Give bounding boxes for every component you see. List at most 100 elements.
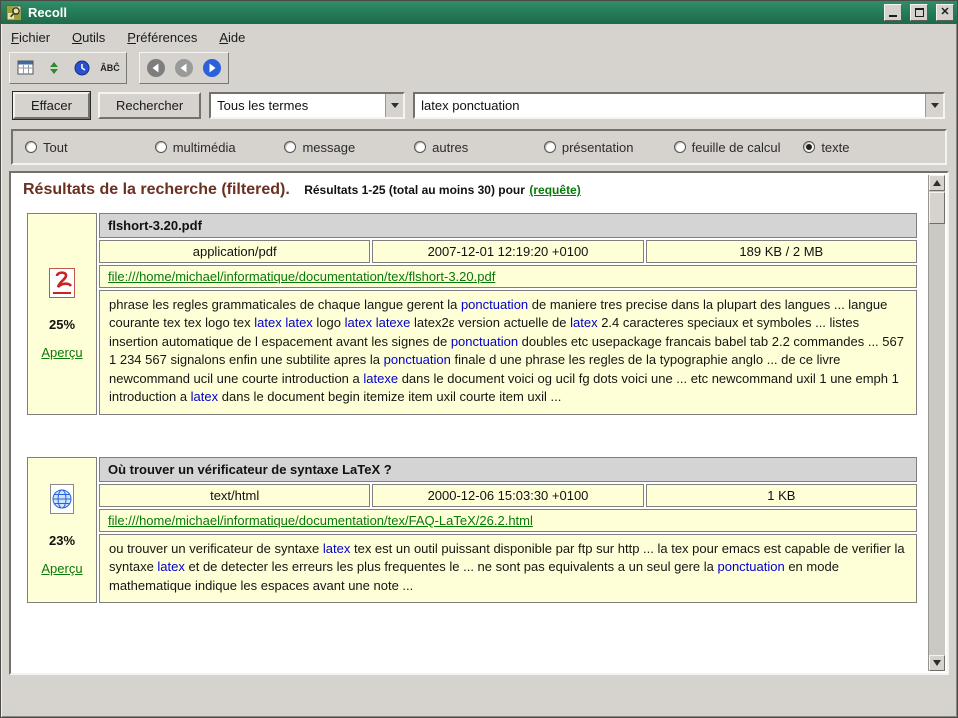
filter-radio-message[interactable]: message <box>284 140 414 155</box>
result-item: 23% Aperçu Où trouver un vérificateur de s… <box>27 457 917 603</box>
result-side: 25% Aperçu <box>27 213 97 415</box>
result-size: 1 KB <box>646 484 917 507</box>
relevance-percent: 23% <box>49 533 75 548</box>
first-page-button[interactable] <box>143 55 169 81</box>
arrow-left-dark-icon <box>145 57 167 79</box>
results-header: Résultats de la recherche (filtered). Ré… <box>23 181 919 199</box>
prev-page-button[interactable] <box>171 55 197 81</box>
advanced-search-button[interactable] <box>13 55 39 81</box>
search-button[interactable]: Rechercher <box>98 92 201 119</box>
filter-radio-label: texte <box>821 140 849 155</box>
sort-params-button[interactable] <box>41 55 67 81</box>
filter-radio-autres[interactable]: autres <box>414 140 544 155</box>
clock-icon <box>73 59 91 77</box>
highlighted-term: ponctuation <box>451 334 518 349</box>
search-query-combo <box>413 92 945 119</box>
clear-button[interactable]: Effacer <box>13 92 90 119</box>
radio-icon <box>674 141 686 153</box>
chevron-down-icon[interactable] <box>385 94 403 117</box>
title-bar: Recoll ✕ <box>1 1 957 24</box>
spellcheck-icon: ÂBĈ <box>100 63 120 73</box>
highlighted-term: ponctuation <box>461 297 528 312</box>
result-main: Où trouver un vérificateur de syntaxe La… <box>99 457 917 603</box>
filter-radio-multimédia[interactable]: multimédia <box>155 140 285 155</box>
highlighted-term: latex latexe <box>345 315 411 330</box>
result-mime: text/html <box>99 484 370 507</box>
doc-icon <box>47 267 77 304</box>
history-button[interactable] <box>69 55 95 81</box>
highlighted-term: latex <box>570 315 597 330</box>
menu-bar: Fichier Outils Préférences Aide <box>1 24 957 50</box>
arrow-right-icon <box>201 57 223 79</box>
search-input[interactable] <box>415 94 925 117</box>
scroll-up-button[interactable] <box>929 175 945 191</box>
filter-radio-présentation[interactable]: présentation <box>544 140 674 155</box>
result-url-link[interactable]: file:///home/michael/informatique/docume… <box>108 269 495 284</box>
radio-icon <box>25 141 37 153</box>
menu-outils[interactable]: Outils <box>72 30 105 45</box>
recoll-window: Recoll ✕ Fichier Outils Préférences Aide <box>0 0 958 718</box>
filter-radio-texte[interactable]: texte <box>803 140 933 155</box>
result-mime: application/pdf <box>99 240 370 263</box>
next-page-button[interactable] <box>199 55 225 81</box>
radio-icon <box>803 141 815 153</box>
result-url-row: file:///home/michael/informatique/docume… <box>99 509 917 532</box>
result-item: 25% Aperçu flshort-3.20.pdfapplication/pdf… <box>27 213 917 415</box>
result-url-link[interactable]: file:///home/michael/informatique/docume… <box>108 513 533 528</box>
status-bar <box>1 675 957 717</box>
filter-radio-label: multimédia <box>173 140 236 155</box>
minimize-icon <box>889 9 897 17</box>
result-url-row: file:///home/michael/informatique/docume… <box>99 265 917 288</box>
filter-radio-label: feuille de calcul <box>692 140 781 155</box>
search-mode-select[interactable]: Tous les termes <box>209 92 405 119</box>
doc-type-filter-bar: Tout multimédia message autres présentation f… <box>11 129 947 165</box>
highlighted-term: ponctuation <box>384 352 451 367</box>
toolbar-group-navigation <box>139 52 229 84</box>
minimize-button[interactable] <box>884 4 902 21</box>
menu-aide[interactable]: Aide <box>219 30 245 45</box>
highlighted-term: latex <box>323 541 350 556</box>
result-date: 2007-12-01 12:19:20 +0100 <box>372 240 643 263</box>
scroll-down-icon <box>933 660 941 666</box>
filter-radio-label: message <box>302 140 355 155</box>
result-abstract: phrase les regles grammaticales de chaqu… <box>99 290 917 415</box>
scroll-down-button[interactable] <box>929 655 945 671</box>
result-size: 189 KB / 2 MB <box>646 240 917 263</box>
query-link[interactable]: (requête) <box>529 183 580 197</box>
radio-icon <box>284 141 296 153</box>
close-button[interactable]: ✕ <box>936 4 954 21</box>
preview-link[interactable]: Aperçu <box>41 561 82 576</box>
maximize-icon <box>915 8 924 17</box>
highlighted-term: latex <box>157 559 184 574</box>
arrow-left-icon <box>173 57 195 79</box>
result-abstract: ou trouver un verificateur de syntaxe la… <box>99 534 917 603</box>
toolbar: ÂBĈ <box>1 50 957 86</box>
relevance-percent: 25% <box>49 317 75 332</box>
filter-radio-tout[interactable]: Tout <box>25 140 155 155</box>
menu-fichier[interactable]: Fichier <box>11 30 50 45</box>
scroll-up-icon <box>933 180 941 186</box>
close-icon: ✕ <box>940 7 949 18</box>
filter-radio-label: présentation <box>562 140 634 155</box>
scrollbar-thumb[interactable] <box>929 192 945 224</box>
result-title: Où trouver un vérificateur de syntaxe La… <box>99 457 917 482</box>
query-chevron-down-icon[interactable] <box>925 94 943 117</box>
radio-icon <box>155 141 167 153</box>
window-title: Recoll <box>28 5 876 20</box>
app-icon <box>6 5 22 21</box>
toolbar-group-tools: ÂBĈ <box>9 52 127 84</box>
table-icon <box>17 59 35 77</box>
results-panel: Résultats de la recherche (filtered). Ré… <box>9 171 949 675</box>
spellcheck-button[interactable]: ÂBĈ <box>97 55 123 81</box>
sort-arrows-icon <box>45 59 63 77</box>
result-date: 2000-12-06 15:03:30 +0100 <box>372 484 643 507</box>
menu-preferences[interactable]: Préférences <box>127 30 197 45</box>
result-meta-row: text/html2000-12-06 15:03:30 +01001 KB <box>99 484 917 507</box>
result-title: flshort-3.20.pdf <box>99 213 917 238</box>
maximize-button[interactable] <box>910 4 928 21</box>
filter-radio-feuille-de-calcul[interactable]: feuille de calcul <box>674 140 804 155</box>
results-scrollbar[interactable] <box>928 175 945 671</box>
filter-radio-label: autres <box>432 140 468 155</box>
highlighted-term: latex latex <box>254 315 313 330</box>
preview-link[interactable]: Aperçu <box>41 345 82 360</box>
